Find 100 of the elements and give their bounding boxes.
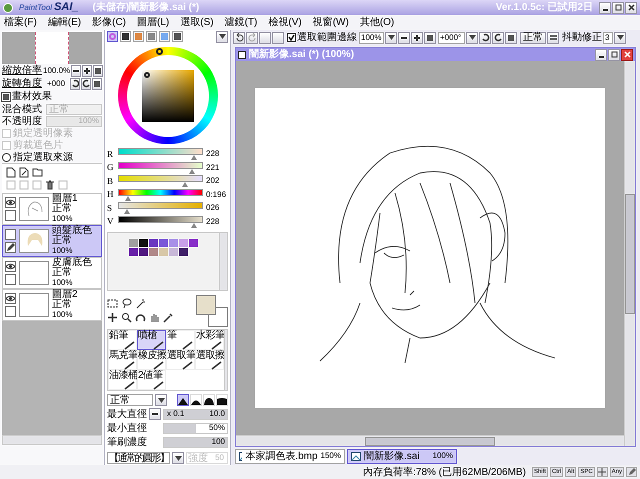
visibility-toggle[interactable]	[5, 229, 16, 240]
horizontal-scrollbar[interactable]	[2, 435, 102, 445]
zoom-dropdown-button[interactable]	[385, 32, 397, 44]
rgb-slider-tab[interactable]	[120, 31, 131, 42]
vertical-scrollbar[interactable]	[224, 330, 227, 390]
brush-shape-dropdown[interactable]: 【通常的圓形】	[107, 452, 170, 464]
scrollbar-thumb[interactable]	[365, 436, 495, 446]
palette-tab[interactable]	[146, 31, 157, 42]
color-swatch[interactable]	[179, 238, 188, 247]
minimize-button[interactable]	[595, 48, 607, 60]
brush-setting-slider[interactable]: 100	[163, 436, 228, 448]
edit-toggle[interactable]	[5, 210, 16, 221]
magic-wand-icon[interactable]	[135, 298, 146, 310]
hue-handle[interactable]	[156, 48, 162, 56]
brush-tip-button[interactable]	[177, 394, 189, 406]
zoom-reset-button[interactable]	[93, 64, 104, 76]
view-mode-button[interactable]: 正常	[520, 32, 546, 44]
hand-icon[interactable]	[149, 312, 160, 324]
color-swatch[interactable]	[139, 248, 148, 256]
brush-tool[interactable]: 鉛筆	[108, 330, 137, 350]
close-button[interactable]	[621, 48, 633, 60]
edit-toggle[interactable]	[5, 306, 16, 317]
vertical-scrollbar[interactable]	[624, 61, 635, 446]
rotation-reset-button[interactable]	[505, 32, 517, 44]
new-linework-layer-icon[interactable]	[19, 167, 29, 178]
scratchpad-tab[interactable]	[172, 31, 183, 42]
trash-icon[interactable]	[45, 180, 55, 190]
color-swatch[interactable]	[129, 238, 138, 247]
slider-thumb[interactable]	[190, 222, 197, 228]
color-swatch[interactable]	[139, 238, 148, 247]
stabilizer-field[interactable]: 3	[603, 32, 613, 44]
horizontal-scrollbar[interactable]	[236, 435, 624, 446]
radio-button[interactable]	[2, 152, 11, 162]
zoom-out-button[interactable]	[398, 32, 410, 44]
menu-item[interactable]: 選取(S)	[180, 15, 214, 30]
brush-tool[interactable]: 筆	[166, 330, 195, 350]
brush-setting-slider[interactable]: x 0.1 10.0	[163, 408, 228, 420]
eyedropper-icon[interactable]	[163, 312, 174, 324]
color-slider-track[interactable]	[118, 216, 203, 228]
color-swatch[interactable]	[159, 248, 168, 256]
visibility-toggle[interactable]	[5, 293, 16, 304]
selection-icon[interactable]	[107, 298, 118, 310]
color-swatch[interactable]	[169, 238, 178, 247]
document-tab[interactable]: 闇新影像.sai 100%	[347, 448, 457, 464]
close-button[interactable]	[625, 2, 637, 14]
stabilizer-dropdown-button[interactable]	[614, 32, 626, 44]
visibility-toggle[interactable]	[5, 261, 16, 272]
scrollbar-thumb[interactable]	[625, 194, 635, 314]
brush-tool[interactable]: 水彩筆	[195, 330, 224, 350]
menu-item[interactable]: 影像(C)	[92, 15, 126, 30]
size-menu-button[interactable]	[149, 408, 161, 420]
flip-button[interactable]	[547, 32, 559, 44]
menu-item[interactable]: 檢視(V)	[268, 15, 302, 30]
zoom-field[interactable]: 100%	[359, 32, 384, 44]
menu-item[interactable]: 圖層(L)	[137, 15, 170, 30]
swatch-tab[interactable]	[159, 31, 170, 42]
layer-item[interactable]: 皮膚底色 正常 100%	[2, 257, 102, 289]
color-swatch[interactable]	[169, 248, 178, 256]
brush-blend-dropdown[interactable]: 正常	[107, 394, 153, 406]
lasso-icon[interactable]	[121, 298, 132, 310]
zoom-in-button[interactable]	[411, 32, 423, 44]
primary-color[interactable]	[196, 294, 216, 315]
saturation-value-square[interactable]	[142, 70, 194, 122]
dropdown-button[interactable]	[172, 452, 184, 464]
angle-dropdown-button[interactable]	[466, 32, 478, 44]
rotate-button[interactable]	[81, 78, 91, 90]
maximize-button[interactable]	[608, 48, 620, 60]
rotate-right-button[interactable]	[492, 32, 504, 44]
menu-item[interactable]: 濾鏡(T)	[224, 15, 258, 30]
edit-toggle[interactable]	[5, 274, 16, 285]
menu-item[interactable]: 視窗(W)	[312, 15, 349, 30]
panel-menu-button[interactable]	[216, 30, 228, 43]
visibility-toggle[interactable]	[5, 197, 16, 208]
selection-edge-checkbox[interactable]	[287, 33, 296, 42]
expand-icon[interactable]	[2, 92, 10, 100]
folder-icon[interactable]	[32, 167, 43, 178]
color-swatch[interactable]	[149, 238, 158, 247]
layer-item[interactable]: 圖層1 正常 100%	[2, 193, 102, 225]
brush-setting-slider[interactable]: 50%	[163, 422, 228, 434]
color-picker-handle[interactable]	[144, 72, 150, 78]
hsv-slider-tab[interactable]	[133, 31, 144, 42]
zoom-reset-button[interactable]	[424, 32, 436, 44]
brush-tool[interactable]: 2値筆	[137, 370, 166, 390]
rotate-left-button[interactable]	[479, 32, 491, 44]
edit-toggle[interactable]	[5, 242, 16, 253]
layer-item[interactable]: 頭髮底色 正常 100%	[2, 225, 102, 257]
menu-item[interactable]: 其他(O)	[360, 15, 394, 30]
menu-item[interactable]: 檔案(F)	[4, 15, 37, 30]
color-swatch[interactable]	[179, 248, 188, 256]
crop-button[interactable]	[259, 32, 271, 44]
zoom-in-button[interactable]	[82, 64, 92, 76]
menu-item[interactable]: 編輯(E)	[48, 15, 82, 30]
angle-field[interactable]: +000°	[438, 32, 465, 44]
brush-tool[interactable]: 選取擦	[195, 350, 224, 370]
rotate-icon[interactable]	[135, 312, 146, 324]
color-swatch[interactable]	[129, 248, 138, 256]
zoom-icon[interactable]	[121, 312, 132, 324]
brush-tool[interactable]: 噴槍	[137, 330, 166, 350]
dropdown-button[interactable]	[155, 394, 167, 406]
maximize-button[interactable]	[612, 2, 624, 14]
